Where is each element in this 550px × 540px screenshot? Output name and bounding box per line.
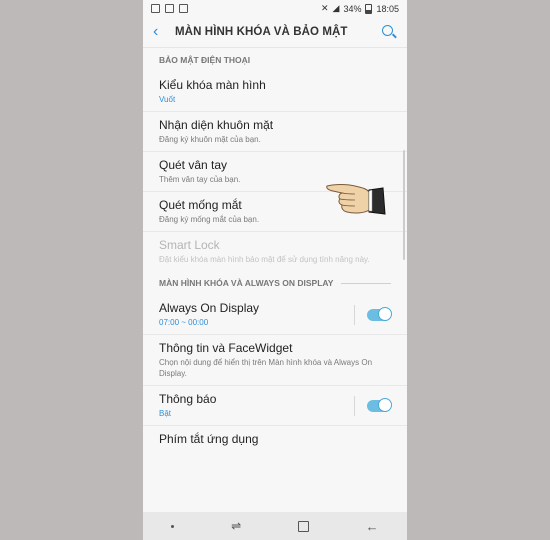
dot-icon[interactable] <box>171 524 175 528</box>
setting-title: Phím tắt ứng dụng <box>159 432 259 446</box>
setting-title: Kiểu khóa màn hình <box>159 78 266 92</box>
back-arrow-icon[interactable]: ← <box>366 519 379 534</box>
section-divider <box>341 282 391 284</box>
setting-notifications[interactable]: Thông báo Bật <box>143 386 407 426</box>
battery-level: 34% <box>343 3 362 14</box>
battery-icon <box>365 3 373 14</box>
phone-screen: ✕ ◢ 34% 18:05 ‹ MÀN HÌNH KHÓA VÀ BẢO MẬT… <box>143 0 407 540</box>
search-icon[interactable] <box>382 25 393 36</box>
toggle-divider <box>354 304 355 325</box>
setting-subtitle: Chọn nội dung để hiển thị trên Màn hình … <box>159 358 373 378</box>
back-button[interactable]: ‹ <box>153 23 175 41</box>
notifications-toggle[interactable] <box>367 397 392 412</box>
setting-face-recognition[interactable]: Nhận diện khuôn mặt Đăng ký khuôn mặt củ… <box>143 112 407 152</box>
app-header: ‹ MÀN HÌNH KHÓA VÀ BẢO MẬT <box>143 17 407 48</box>
setting-title: Smart Lock <box>159 238 220 252</box>
setting-title: Thông tin và FaceWidget <box>159 341 293 355</box>
status-bar: ✕ ◢ 34% 18:05 <box>143 0 407 17</box>
page-title: MÀN HÌNH KHÓA VÀ BẢO MẬT <box>175 26 348 38</box>
setting-screen-lock-type[interactable]: Kiểu khóa màn hình Vuốt <box>143 72 407 112</box>
setting-title: Nhận diện khuôn mặt <box>159 118 274 132</box>
scrollbar[interactable] <box>403 150 405 260</box>
clock: 18:05 <box>376 3 399 14</box>
setting-app-shortcuts[interactable]: Phím tắt ứng dụng <box>143 426 407 458</box>
mute-icon: ✕ <box>320 3 329 13</box>
setting-subtitle: Đặt kiểu khóa màn hình bảo mật để sử dụn… <box>159 255 370 264</box>
home-icon[interactable] <box>297 520 309 532</box>
always-on-display-toggle[interactable] <box>367 306 392 321</box>
setting-always-on-display[interactable]: Always On Display 07:00 ~ 00:00 <box>143 295 407 335</box>
message-icon <box>165 4 174 13</box>
setting-subtitle: Đăng ký khuôn mặt của bạn. <box>159 135 261 144</box>
section-header-lock-screen-aod: MÀN HÌNH KHÓA VÀ ALWAYS ON DISPLAY <box>143 271 407 295</box>
navigation-bar: ⇌ ← <box>143 512 407 540</box>
setting-info-facewidget[interactable]: Thông tin và FaceWidget Chọn nội dung để… <box>143 335 407 386</box>
pointing-hand-icon <box>326 184 386 215</box>
check-icon <box>179 4 188 13</box>
setting-value: Vuốt <box>159 95 176 104</box>
section-header-phone-security: BẢO MẬT ĐIỆN THOẠI <box>159 55 251 65</box>
setting-smart-lock: Smart Lock Đặt kiểu khóa màn hình bảo mậ… <box>143 232 407 271</box>
recent-apps-icon[interactable]: ⇌ <box>231 519 241 533</box>
signal-icon: ◢ <box>332 3 340 13</box>
toggle-divider <box>354 395 355 416</box>
setting-title: Quét vân tay <box>159 158 228 172</box>
gallery-icon <box>151 4 160 13</box>
